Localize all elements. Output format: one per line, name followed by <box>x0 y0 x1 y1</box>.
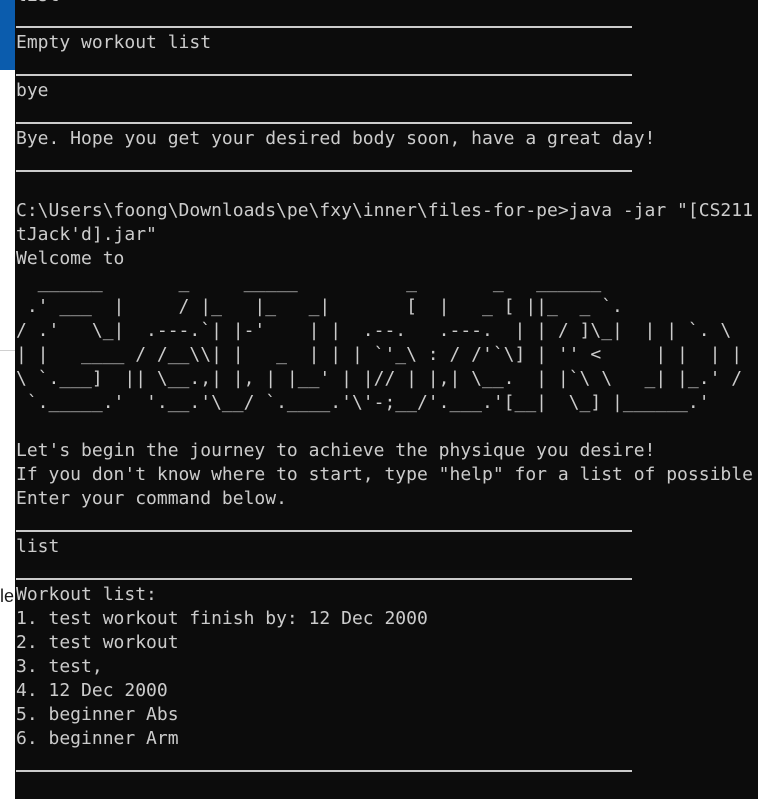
banner-line: `._____.' '.__.'\__/ `.____.'\'-;__/'.__… <box>16 392 710 413</box>
banner-line: \ `.___] || \__.,| |, | |__' | |// | |,|… <box>16 368 743 389</box>
separator-line <box>16 74 632 76</box>
list-command: list <box>16 536 60 557</box>
banner-line: ______ _ _____ _ _ ______ <box>16 272 602 293</box>
workout-item: 1. test workout finish by: 12 Dec 2000 <box>16 608 428 629</box>
banner-line: | | ____ / /__\\| | _ | | | `'_\ : / /'`… <box>16 344 743 365</box>
workout-item: 4. 12 Dec 2000 <box>16 680 168 701</box>
separator-line <box>16 578 632 580</box>
separator-line <box>16 122 632 124</box>
separator-line <box>16 530 632 532</box>
partial-top-line: list <box>16 0 59 8</box>
bye-message: Bye. Hope you get your desired body soon… <box>16 128 656 149</box>
workout-item: 5. beginner Abs <box>16 704 179 725</box>
intro-line: Enter your command below. <box>16 488 287 509</box>
separator-line <box>16 26 632 28</box>
run-command-line-wrap: tJack'd].jar" <box>16 224 157 245</box>
bye-command: bye <box>16 80 49 101</box>
background-window-peek-text: le <box>0 586 15 606</box>
banner-line: .' ___ | / |_ |_ _| [ | _ [ ||_ _ `. <box>16 296 623 317</box>
empty-list-message: Empty workout list <box>16 32 212 53</box>
workout-item: 2. test workout <box>16 632 179 653</box>
background-window: le <box>0 0 15 799</box>
separator-line <box>16 770 632 772</box>
terminal-window[interactable]: list Empty workout list bye Bye. Hope yo… <box>15 0 758 799</box>
banner-line: / .' \_| .---.`| |-' | | .--. .---. | | … <box>16 320 732 341</box>
workout-item: 6. beginner Arm <box>16 728 179 749</box>
intro-line: If you don't know where to start, type "… <box>16 464 753 485</box>
intro-line: Let's begin the journey to achieve the p… <box>16 440 656 461</box>
run-command-line: C:\Users\foong\Downloads\pe\fxy\inner\fi… <box>16 200 753 221</box>
welcome-text: Welcome to <box>16 248 125 269</box>
workout-list-header: Workout list: <box>16 584 157 605</box>
screen: le list Empty workout list bye Bye. Hope… <box>0 0 758 799</box>
background-window-accent <box>0 0 15 70</box>
background-window-divider <box>0 350 15 351</box>
workout-item: 3. test, <box>16 656 103 677</box>
separator-line <box>16 170 632 172</box>
